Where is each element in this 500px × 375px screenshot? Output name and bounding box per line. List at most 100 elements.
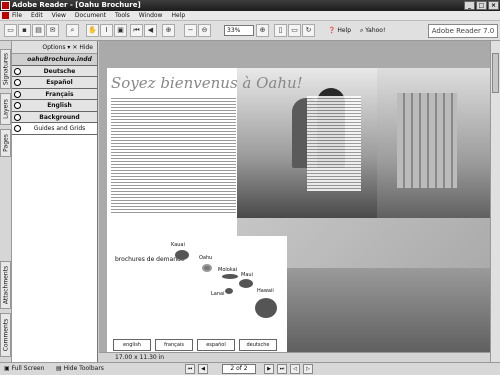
layer-label: English (47, 102, 72, 109)
app-window: Adobe Reader - [Oahu Brochure] _ □ × Fil… (0, 0, 500, 375)
help-label: Help (337, 27, 352, 34)
resort-photo (377, 68, 490, 228)
hide-toolbars-button[interactable]: ▤ Hide Toolbars (56, 363, 104, 375)
email-icon[interactable]: ✉ (46, 24, 59, 37)
english-link[interactable]: english (113, 339, 151, 351)
actual-size-icon[interactable]: ▯ (274, 24, 287, 37)
tab-attachments[interactable]: Attachments (0, 261, 11, 309)
yahoo-label: Yahoo! (365, 27, 386, 34)
brochure-request-label: brochures de demande (115, 256, 185, 263)
yahoo-search-button[interactable]: ⌕ Yahoo! (360, 25, 385, 36)
first-page-icon[interactable]: ⏮ (130, 24, 143, 37)
visibility-eye-icon[interactable] (14, 102, 21, 109)
zoom-in-icon[interactable]: ⊕ (162, 24, 175, 37)
window-controls: _ □ × (464, 1, 499, 10)
options-menu[interactable]: Options (42, 44, 65, 51)
deutsche-link[interactable]: deutsche (239, 339, 277, 351)
go-forward-icon[interactable]: ▷ (303, 364, 313, 374)
search-icon[interactable]: ⌕ (66, 24, 79, 37)
layer-root[interactable]: oahuBrochure.indd (12, 54, 97, 66)
menu-window[interactable]: Window (139, 11, 163, 20)
full-screen-button[interactable]: ▣ Full Screen (4, 363, 44, 375)
island-label: Maui (241, 272, 253, 278)
layer-guides-and-grids[interactable]: Guides and Grids (12, 123, 97, 135)
go-back-icon[interactable]: ◁ (290, 364, 300, 374)
menu-tools[interactable]: Tools (115, 11, 130, 20)
tab-layers[interactable]: Layers (0, 93, 11, 125)
maui-island[interactable] (239, 279, 253, 288)
document-viewport[interactable]: Soyez bienvenus à Oahu! brochures de dem… (99, 41, 490, 362)
kauai-island[interactable] (175, 250, 189, 260)
layers-panel: Options ▾ ✕ Hide oahuBrochure.indd Deuts… (12, 41, 98, 362)
tab-pages[interactable]: Pages (0, 129, 11, 157)
body-text-column (307, 96, 361, 191)
minimize-icon[interactable]: _ (464, 1, 475, 10)
hand-tool-icon[interactable]: ✋ (86, 24, 99, 37)
print-icon[interactable]: ▤ (32, 24, 45, 37)
layer-deutsche[interactable]: Deutsche (12, 65, 97, 77)
molokai-island[interactable] (222, 274, 238, 279)
layer-label: Français (45, 90, 74, 98)
page-number-field[interactable]: 2 of 2 (222, 364, 256, 374)
document-icon (2, 12, 9, 19)
save-icon[interactable]: ▪ (18, 24, 31, 37)
previous-page-icon[interactable]: ◀ (144, 24, 157, 37)
tab-comments[interactable]: Comments (0, 313, 11, 357)
menu-help[interactable]: Help (171, 11, 185, 20)
menu-document[interactable]: Document (75, 11, 106, 20)
last-page-icon[interactable]: ⏭ (277, 364, 287, 374)
visibility-eye-icon[interactable] (14, 90, 21, 98)
hide-toolbars-icon: ▤ (56, 365, 62, 372)
francais-link[interactable]: français (155, 339, 193, 351)
lanai-island[interactable] (225, 288, 233, 294)
next-page-icon[interactable]: ▶ (264, 364, 274, 374)
zoom-plus-icon[interactable]: ⊕ (256, 24, 269, 37)
scrollbar-thumb[interactable] (492, 53, 499, 93)
layer-background[interactable]: Background (12, 111, 97, 123)
zoom-minus-icon[interactable]: ⊖ (198, 24, 211, 37)
maximize-icon[interactable]: □ (476, 1, 487, 10)
island-label: Hawaii (257, 288, 274, 294)
hide-toolbars-label: Hide Toolbars (63, 365, 104, 372)
layer-english[interactable]: English (12, 100, 97, 112)
visibility-eye-icon[interactable] (14, 67, 21, 75)
full-screen-icon: ▣ (4, 365, 10, 372)
help-button[interactable]: ❓ Help (328, 25, 351, 36)
close-icon[interactable]: × (488, 1, 499, 10)
title-bar: Adobe Reader - [Oahu Brochure] _ □ × (0, 0, 500, 11)
hawaii-island[interactable] (255, 298, 277, 318)
page-nav-forward: ▶ ⏭ ◁ ▷ (264, 364, 313, 374)
layer-label: Deutsche (43, 67, 76, 75)
menu-bar: File Edit View Document Tools Window Hel… (0, 11, 500, 21)
menu-file[interactable]: File (12, 11, 22, 20)
snapshot-icon[interactable]: ▣ (114, 24, 127, 37)
pool-photo (287, 268, 490, 357)
previous-page-icon[interactable]: ◀ (198, 364, 208, 374)
visibility-eye-icon[interactable] (14, 113, 21, 121)
select-tool-icon[interactable]: I (100, 24, 113, 37)
oahu-island[interactable] (202, 264, 212, 272)
layer-francais[interactable]: Français (12, 88, 97, 100)
vertical-scrollbar[interactable] (490, 41, 500, 362)
layers-panel-header: Options ▾ ✕ Hide (12, 41, 97, 54)
menu-view[interactable]: View (52, 11, 66, 20)
full-screen-label: Full Screen (11, 365, 45, 372)
visibility-eye-icon[interactable] (14, 125, 21, 132)
open-icon[interactable]: ▭ (4, 24, 17, 37)
espanol-link[interactable]: español (197, 339, 235, 351)
layer-espanol[interactable]: Español (12, 77, 97, 89)
page-title: Soyez bienvenus à Oahu! (111, 74, 303, 92)
toolbar: ▭ ▪ ▤ ✉ ⌕ ✋ I ▣ ⏮ ◀ ⊕ − ⊖ 33% ⊕ ▯ ▭ ↻ ❓ … (0, 21, 500, 41)
zoom-level-field[interactable]: 33% (224, 25, 254, 36)
zoom-out-tool-icon[interactable]: − (184, 24, 197, 37)
hide-panel-button[interactable]: Hide (79, 44, 93, 51)
tab-signatures[interactable]: Signatures (0, 49, 11, 89)
fit-page-icon[interactable]: ▭ (288, 24, 301, 37)
island-map: brochures de demande Kauai Oahu Molokai … (107, 236, 287, 357)
visibility-eye-icon[interactable] (14, 79, 21, 86)
menu-edit[interactable]: Edit (31, 11, 43, 20)
first-page-icon[interactable]: ⏮ (185, 364, 195, 374)
chevron-down-icon[interactable]: ▾ (67, 44, 70, 51)
rotate-icon[interactable]: ↻ (302, 24, 315, 37)
close-panel-icon[interactable]: ✕ (72, 44, 77, 51)
